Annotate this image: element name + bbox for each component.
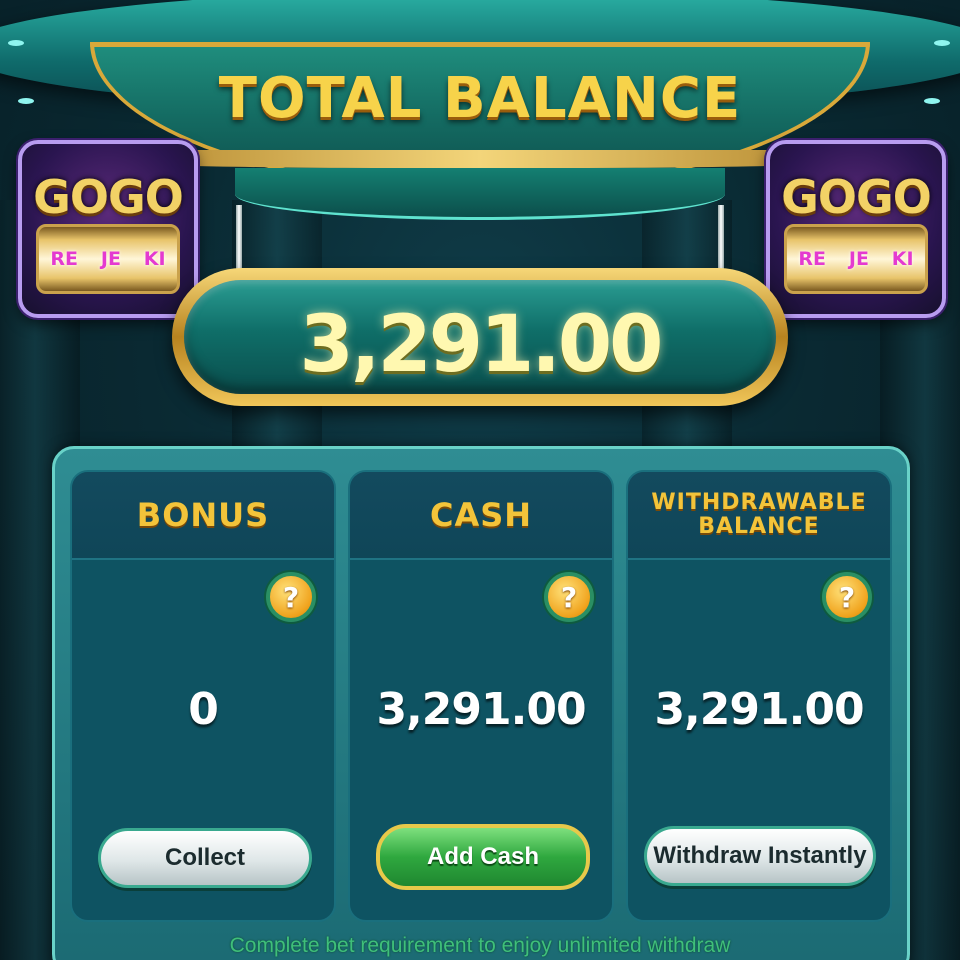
support-rod	[236, 205, 242, 275]
ring-light	[8, 40, 24, 46]
logo-word: GOGO	[781, 170, 932, 224]
total-balance-display: 3,291.00	[172, 268, 788, 406]
title-dish-lower	[235, 168, 725, 220]
logo-reels: RE JE KI	[36, 224, 180, 294]
page-title: TOTAL BALANCE	[218, 66, 742, 131]
support-rod	[718, 205, 724, 275]
cash-value: 3,291.00	[376, 684, 586, 735]
withdrawable-title-line2: BALANCE	[698, 514, 820, 539]
withdraw-requirement-note: Complete bet requirement to enjoy unlimi…	[229, 934, 731, 957]
withdrawable-value: 3,291.00	[654, 684, 864, 735]
logo-reel-text: RE	[798, 248, 827, 270]
app-logo-left: GOGO RE JE KI	[18, 140, 198, 318]
total-balance-value: 3,291.00	[299, 300, 664, 390]
logo-reel-text: JE	[848, 248, 869, 270]
help-icon[interactable]: ?	[544, 572, 594, 622]
card-header: BONUS	[72, 472, 334, 560]
bonus-value: 0	[188, 684, 219, 735]
cash-title: CASH	[429, 496, 533, 534]
bonus-title: BONUS	[136, 496, 270, 534]
bonus-card: BONUS ? 0 Collect	[70, 470, 336, 922]
logo-reel-text: RE	[50, 248, 79, 270]
title-dish-band	[100, 150, 860, 168]
withdrawable-title-line1: WITHDRAWABLE	[651, 490, 867, 515]
ring-light	[934, 40, 950, 46]
add-cash-button[interactable]: Add Cash	[376, 824, 590, 890]
help-icon[interactable]: ?	[822, 572, 872, 622]
help-icon[interactable]: ?	[266, 572, 316, 622]
withdraw-instantly-button[interactable]: Withdraw Instantly	[644, 826, 876, 886]
total-balance-inner: 3,291.00	[184, 280, 776, 394]
collect-button[interactable]: Collect	[98, 828, 312, 888]
withdrawable-card: WITHDRAWABLE BALANCE ? 3,291.00 Withdraw…	[626, 470, 892, 922]
logo-reel-text: KI	[891, 248, 914, 270]
withdrawable-title: WITHDRAWABLE BALANCE	[651, 491, 866, 539]
logo-word: GOGO	[33, 170, 184, 224]
logo-reel-text: KI	[143, 248, 166, 270]
app-logo-right: GOGO RE JE KI	[766, 140, 946, 318]
logo-reel-text: JE	[100, 248, 121, 270]
card-header: CASH	[350, 472, 612, 560]
cash-card: CASH ? 3,291.00 Add Cash	[348, 470, 614, 922]
logo-reels: RE JE KI	[784, 224, 928, 294]
card-header: WITHDRAWABLE BALANCE	[628, 472, 890, 560]
